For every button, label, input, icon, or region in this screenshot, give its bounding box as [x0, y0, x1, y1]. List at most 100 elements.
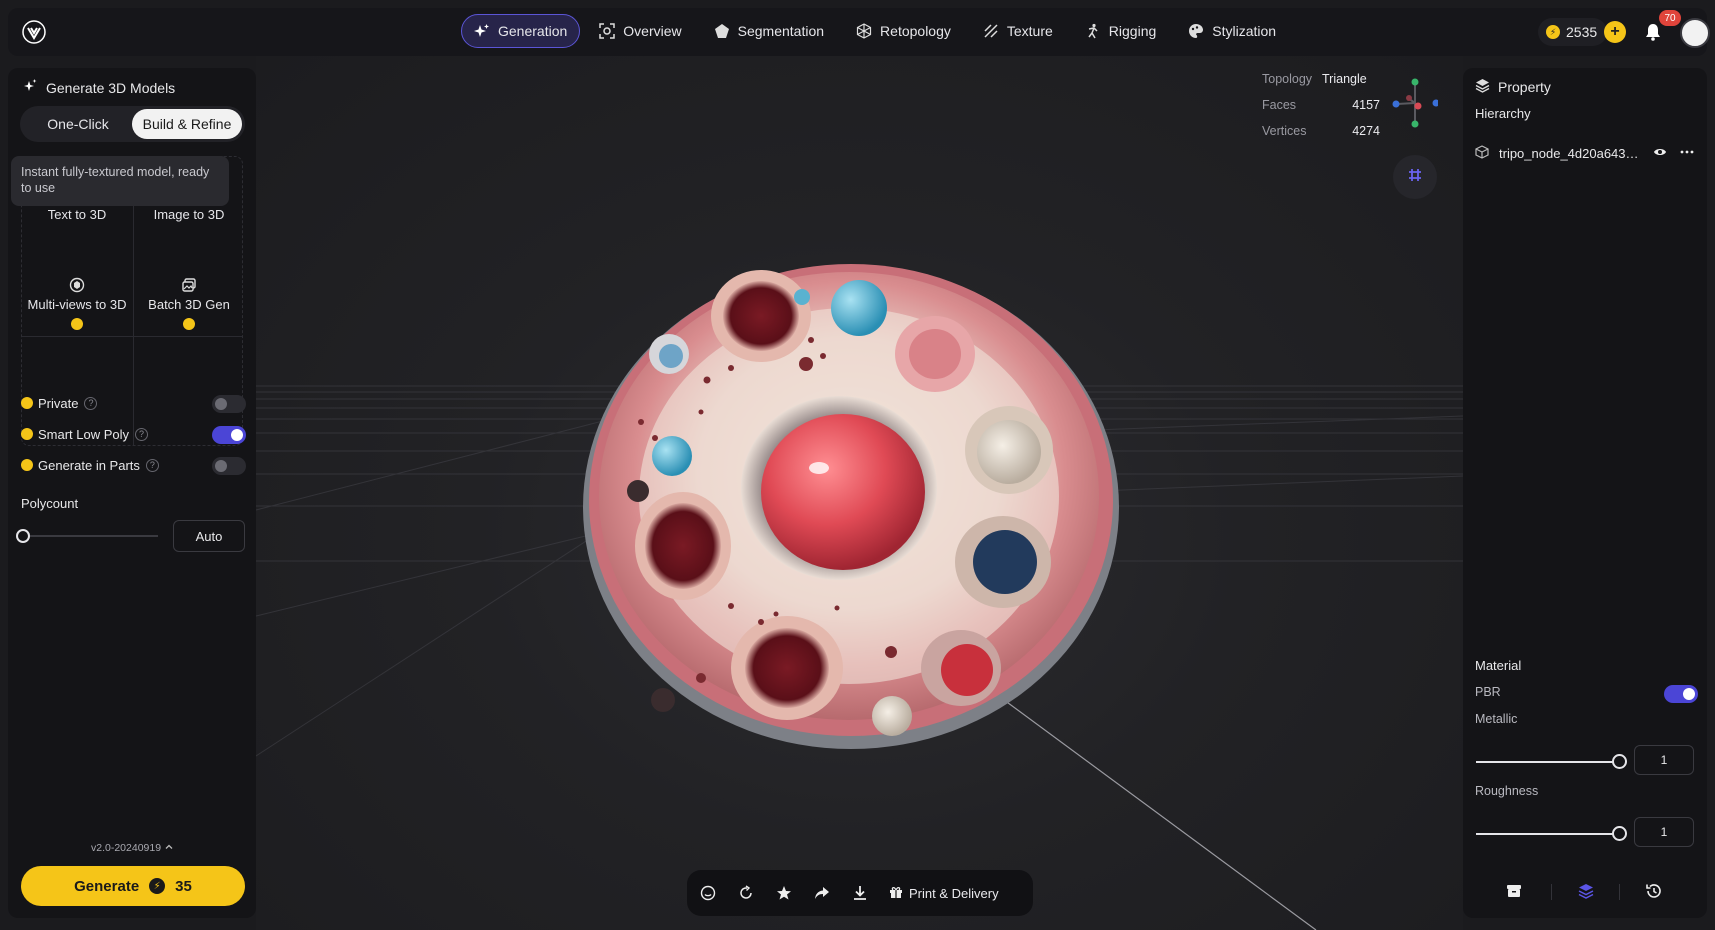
- tab-overview[interactable]: Overview: [586, 14, 694, 48]
- metallic-value-input[interactable]: 1: [1634, 745, 1694, 775]
- print-delivery-button[interactable]: Print & Delivery: [889, 885, 999, 902]
- add-credits-button[interactable]: +: [1604, 21, 1626, 43]
- archive-icon[interactable]: [1505, 882, 1523, 900]
- divider: [1551, 884, 1552, 900]
- mode-tooltip: Instant fully-textured model, ready to u…: [11, 156, 229, 206]
- layers-icon[interactable]: [1577, 882, 1595, 900]
- smile-icon[interactable]: [699, 884, 717, 902]
- polycount-value-input[interactable]: Auto: [173, 520, 245, 552]
- logo-icon[interactable]: [22, 20, 46, 44]
- scan-icon: [599, 23, 616, 39]
- hash-grid-icon: [1408, 168, 1422, 187]
- model-version-selector[interactable]: v2.0-20240919: [91, 842, 173, 854]
- axis-gizmo-icon[interactable]: [1384, 74, 1440, 132]
- roughness-label: Roughness: [1475, 784, 1539, 798]
- roughness-value-input[interactable]: 1: [1634, 817, 1694, 847]
- premium-coin-icon: [21, 459, 33, 471]
- metallic-label: Metallic: [1475, 712, 1518, 726]
- panel-title: Property: [1475, 78, 1551, 96]
- toggle-knob: [231, 429, 243, 441]
- top-bar: Generation Overview Segmentation Retopol…: [8, 8, 1710, 56]
- private-option-row: Private ?: [21, 393, 246, 413]
- figure-icon: [1085, 23, 1101, 39]
- left-panel: Generate 3D Models One-Click Build & Ref…: [8, 68, 256, 918]
- material-heading: Material: [1475, 658, 1522, 673]
- grid-toggle-button[interactable]: [1393, 155, 1437, 199]
- batch-3d-gen-option[interactable]: Batch 3D Gen: [134, 277, 244, 330]
- credits-balance[interactable]: ⚡ 2535: [1538, 18, 1608, 46]
- palette-icon: [1188, 23, 1204, 39]
- eye-icon[interactable]: [1653, 145, 1667, 162]
- help-icon[interactable]: ?: [84, 396, 98, 410]
- pbr-toggle[interactable]: [1664, 685, 1698, 703]
- 3d-model-cell[interactable]: [581, 242, 1121, 752]
- build-refine-tab[interactable]: Build & Refine: [132, 109, 242, 139]
- more-options-icon[interactable]: [1679, 145, 1695, 162]
- tab-retopology[interactable]: Retopology: [843, 14, 964, 48]
- pbr-label: PBR: [1475, 685, 1501, 699]
- roughness-slider[interactable]: [1476, 826, 1627, 841]
- polycount-label: Polycount: [21, 496, 79, 511]
- avatar[interactable]: [1680, 18, 1710, 48]
- 3d-viewport[interactable]: Print & Delivery: [256, 56, 1463, 930]
- toggle-knob: [1683, 688, 1695, 700]
- polycount-slider[interactable]: [16, 529, 158, 543]
- premium-coin-icon: [21, 428, 33, 440]
- generate-in-parts-option-row: Generate in Parts ?: [21, 455, 246, 475]
- hierarchy-node[interactable]: tripo_node_4d20a643-3...: [1475, 142, 1697, 164]
- faces-value: 4157: [1352, 98, 1380, 112]
- multiview-icon: [69, 277, 85, 293]
- mesh-icon: [856, 23, 872, 39]
- tab-stylization[interactable]: Stylization: [1175, 14, 1289, 48]
- generate-in-parts-toggle[interactable]: [212, 457, 246, 475]
- bell-icon[interactable]: [1643, 22, 1663, 42]
- generate-button[interactable]: Generate ⚡ 35: [21, 866, 245, 906]
- tab-texture[interactable]: Texture: [970, 14, 1066, 48]
- segment-icon: [714, 23, 730, 39]
- one-click-tab[interactable]: One-Click: [23, 109, 133, 139]
- premium-coin-icon: [71, 318, 83, 330]
- texture-icon: [983, 23, 999, 39]
- download-icon[interactable]: [851, 884, 869, 902]
- slider-thumb[interactable]: [1612, 754, 1627, 769]
- star-icon[interactable]: [775, 884, 793, 902]
- metallic-slider[interactable]: [1476, 754, 1627, 769]
- help-icon[interactable]: ?: [145, 458, 159, 472]
- sparkle-icon: [474, 23, 490, 39]
- history-icon[interactable]: [1645, 882, 1663, 900]
- rotate-icon[interactable]: [737, 884, 755, 902]
- gift-icon: [889, 885, 903, 902]
- vertices-value: 4274: [1352, 124, 1380, 138]
- slider-thumb[interactable]: [16, 529, 30, 543]
- divider: [1619, 884, 1620, 900]
- help-icon[interactable]: ?: [135, 427, 149, 441]
- app-root: Generation Overview Segmentation Retopol…: [0, 0, 1715, 930]
- toggle-knob: [215, 460, 227, 472]
- lightning-coin-icon: ⚡: [1546, 25, 1560, 39]
- right-panel: Property Hierarchy tripo_node_4d20a643-3…: [1463, 68, 1707, 918]
- chevron-up-icon: [165, 842, 173, 854]
- lightning-icon: ⚡: [149, 878, 166, 894]
- panel-title: Generate 3D Models: [22, 78, 175, 97]
- divider: [22, 336, 242, 337]
- smart-low-poly-option-row: Smart Low Poly ?: [21, 424, 246, 444]
- multiviews-to-3d-option[interactable]: Multi-views to 3D: [22, 277, 132, 330]
- tab-rigging[interactable]: Rigging: [1072, 14, 1169, 48]
- premium-coin-icon: [183, 318, 195, 330]
- right-panel-footer: [1463, 876, 1707, 906]
- smart-low-poly-toggle[interactable]: [212, 426, 246, 444]
- mesh-stats: Topology Triangle Faces 4157 Vertices 4274: [1262, 72, 1380, 138]
- tab-generation[interactable]: Generation: [461, 14, 581, 48]
- share-icon[interactable]: [813, 884, 831, 902]
- cube-icon: [1475, 144, 1489, 162]
- text-to-3d-option[interactable]: Text to 3D: [22, 207, 132, 222]
- premium-coin-icon: [21, 397, 33, 409]
- viewport-toolbar: Print & Delivery: [687, 870, 1033, 916]
- batch-images-icon: [181, 277, 197, 293]
- image-to-3d-option[interactable]: Image to 3D: [134, 207, 244, 222]
- mode-segmented-control: One-Click Build & Refine: [20, 106, 245, 142]
- private-toggle[interactable]: [212, 395, 246, 413]
- toggle-knob: [215, 398, 227, 410]
- tab-segmentation[interactable]: Segmentation: [701, 14, 837, 48]
- slider-thumb[interactable]: [1612, 826, 1627, 841]
